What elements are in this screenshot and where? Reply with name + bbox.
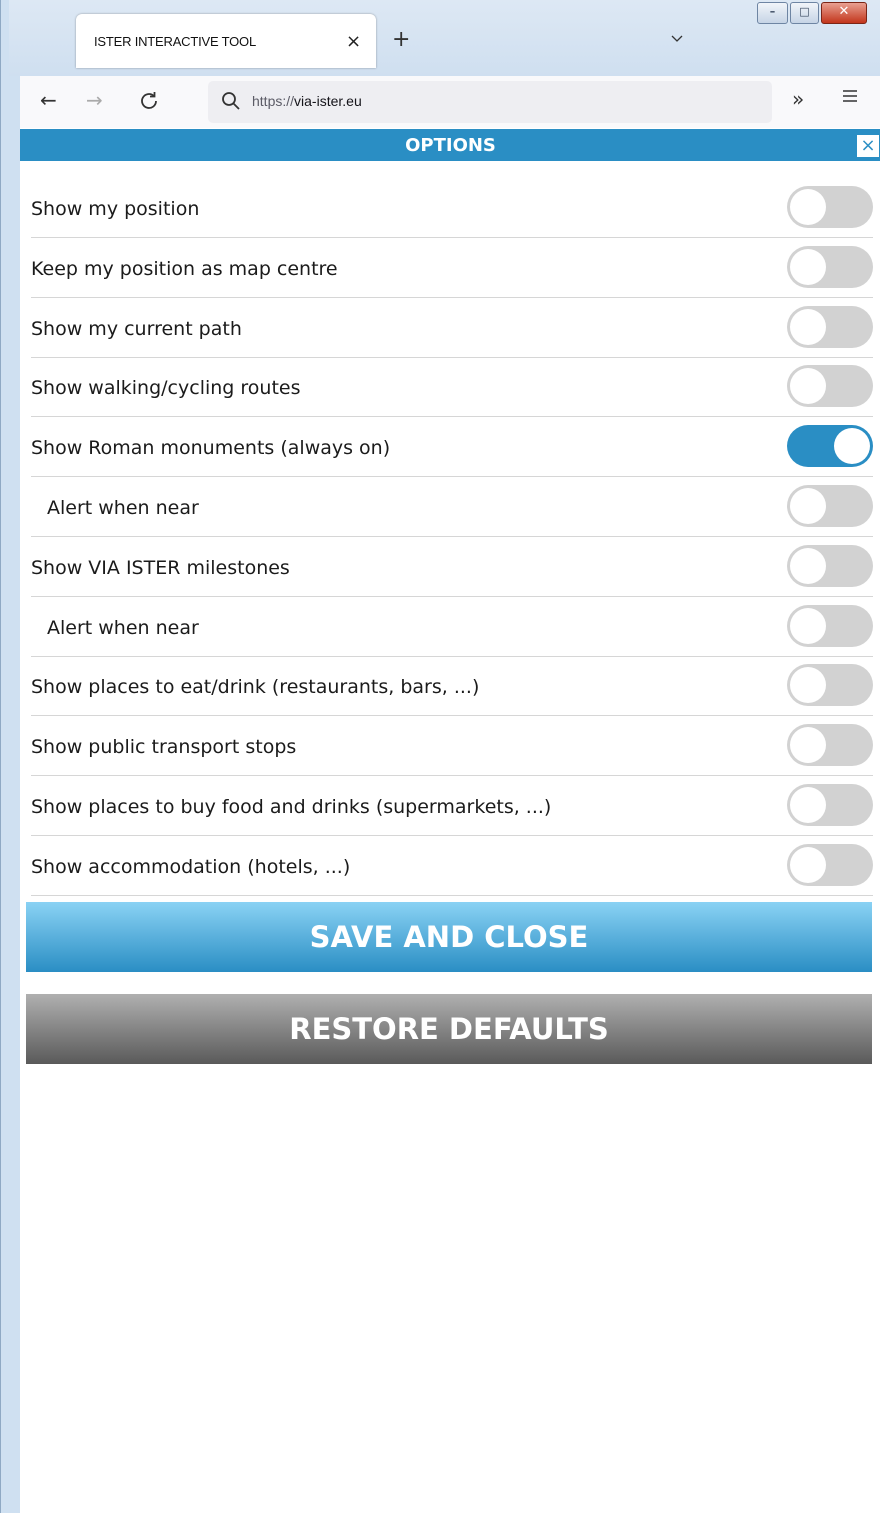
option-row: Show public transport stops (31, 716, 873, 777)
more-tools-icon[interactable]: » (792, 87, 804, 111)
title-bar: ISTER INTERACTIVE TOOL × + – □ ✕ (9, 0, 880, 76)
url-text: https://via-ister.eu (252, 93, 362, 109)
option-row: Keep my position as map centre (31, 238, 873, 298)
option-label: Show VIA ISTER milestones (31, 556, 290, 579)
option-row: Show VIA ISTER milestones (31, 537, 873, 597)
url-protocol: https:// (252, 93, 295, 109)
option-toggle[interactable] (787, 724, 873, 767)
restore-defaults-button[interactable]: RESTORE DEFAULTS (26, 994, 872, 1064)
toggle-knob (790, 787, 826, 823)
window-close-button[interactable]: ✕ (821, 2, 867, 24)
window-close-icon: ✕ (838, 4, 850, 19)
maximize-icon: □ (799, 5, 810, 18)
tab-list-chevron-icon[interactable] (671, 33, 683, 45)
toggle-knob (790, 308, 826, 345)
option-label: Show accommodation (hotels, ...) (31, 855, 351, 878)
option-row: Show places to buy food and drinks (supe… (31, 776, 873, 836)
options-title: OPTIONS (405, 135, 496, 156)
option-toggle[interactable] (787, 365, 873, 408)
forward-arrow-icon: → (86, 88, 103, 112)
option-toggle[interactable] (787, 485, 873, 527)
option-row: Show accommodation (hotels, ...) (31, 836, 873, 896)
option-label: Alert when near (47, 497, 199, 519)
option-row: Show my current path (31, 298, 873, 358)
option-label: Show places to eat/drink (restaurants, b… (31, 676, 480, 699)
options-header: OPTIONS × (20, 129, 880, 161)
toggle-knob (790, 727, 826, 764)
option-row: Alert when near (31, 477, 873, 537)
toggle-knob (790, 667, 826, 704)
browser-window: ISTER INTERACTIVE TOOL × + – □ ✕ ← → htt… (0, 0, 880, 1513)
maximize-button[interactable]: □ (790, 2, 819, 24)
option-toggle[interactable] (787, 186, 873, 228)
toggle-knob (790, 248, 826, 285)
toggle-knob (790, 488, 826, 524)
reload-icon[interactable] (138, 90, 160, 112)
search-icon (222, 92, 240, 110)
url-host: via-ister.eu (294, 93, 362, 109)
option-label: Show my current path (31, 317, 242, 340)
new-tab-icon[interactable]: + (392, 29, 410, 51)
browser-tab[interactable]: ISTER INTERACTIVE TOOL × (76, 14, 376, 68)
option-row: Show walking/cycling routes (31, 357, 873, 418)
close-icon[interactable]: × (857, 135, 879, 157)
option-label: Show places to buy food and drinks (supe… (31, 796, 552, 818)
option-toggle[interactable] (787, 843, 873, 886)
option-row: Show Roman monuments (always on) (31, 417, 873, 478)
option-row: Alert when near (31, 597, 873, 657)
minimize-icon: – (769, 5, 776, 18)
toggle-knob (790, 607, 826, 644)
toggle-knob (790, 189, 826, 225)
option-label: Show Roman monuments (always on) (31, 437, 391, 460)
tab-close-icon[interactable]: × (346, 31, 361, 52)
option-row: Show places to eat/drink (restaurants, b… (31, 656, 873, 717)
option-toggle[interactable] (787, 664, 873, 707)
option-toggle[interactable] (787, 305, 873, 348)
toggle-knob (790, 368, 826, 405)
minimize-button[interactable]: – (757, 2, 788, 24)
toggle-knob (790, 547, 826, 584)
address-bar[interactable]: https://via-ister.eu (208, 81, 772, 123)
option-label: Keep my position as map centre (31, 257, 338, 280)
options-page: OPTIONS × Show my position Keep my positi… (20, 128, 880, 1513)
option-label: Show public transport stops (31, 736, 297, 759)
option-toggle[interactable] (787, 245, 873, 288)
option-label: Show walking/cycling routes (31, 377, 301, 400)
option-toggle[interactable] (787, 544, 873, 587)
option-toggle[interactable] (787, 604, 873, 647)
tab-title: ISTER INTERACTIVE TOOL (94, 34, 256, 49)
back-arrow-icon[interactable]: ← (40, 88, 57, 112)
option-toggle[interactable] (787, 784, 873, 826)
option-label: Alert when near (47, 616, 199, 639)
toggle-knob (834, 428, 870, 465)
option-row: Show my position (31, 178, 873, 238)
option-label: Show my position (31, 198, 200, 220)
hamburger-menu-icon[interactable] (842, 89, 858, 103)
window-controls: – □ ✕ (757, 2, 880, 24)
option-toggle[interactable] (787, 425, 873, 468)
save-and-close-button[interactable]: SAVE AND CLOSE (26, 902, 872, 972)
toggle-knob (790, 846, 826, 883)
browser-toolbar: ← → https://via-ister.eu » (20, 76, 880, 128)
